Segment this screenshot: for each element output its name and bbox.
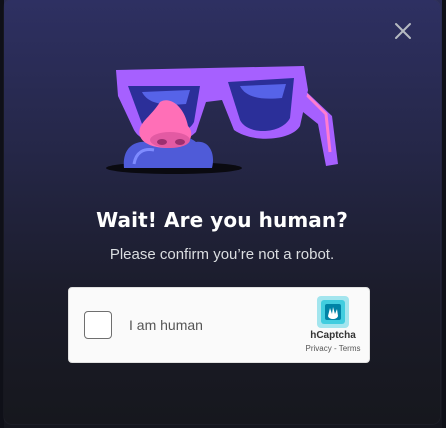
links-separator: -	[331, 344, 339, 353]
hcaptcha-brand: hCaptcha	[310, 330, 356, 341]
captcha-modal: Wait! Are you human? Please confirm you’…	[4, 0, 440, 424]
modal-subtitle: Please confirm you’re not a robot.	[109, 246, 335, 263]
disguise-glasses-illustration	[106, 66, 338, 174]
close-button[interactable]	[392, 20, 414, 42]
modal-title: Wait! Are you human?	[96, 208, 348, 232]
hcaptcha-widget: I am human hCaptcha Privacy - Terms	[68, 287, 370, 363]
backdrop-edge-right	[442, 0, 446, 428]
human-checkbox[interactable]	[84, 311, 112, 339]
terms-link[interactable]: Terms	[339, 344, 361, 353]
privacy-link[interactable]: Privacy	[306, 344, 332, 353]
hcaptcha-hand-icon	[317, 296, 349, 328]
hcaptcha-links: Privacy - Terms	[297, 344, 369, 353]
checkbox-label: I am human	[129, 317, 203, 333]
close-icon	[395, 23, 411, 39]
